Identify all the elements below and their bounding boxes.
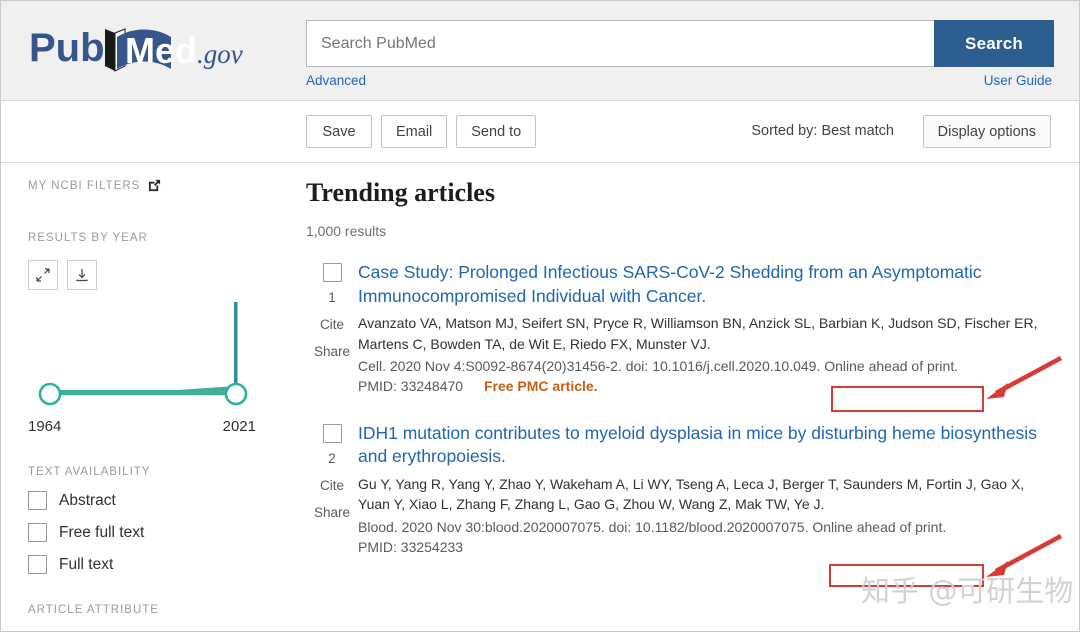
page-body: MY NCBI FILTERS RESULTS BY YEAR 1964 202…: [1, 163, 1079, 631]
filter-label: Free full text: [59, 523, 145, 541]
article-pmid: PMID: 33254233: [358, 538, 464, 555]
display-options-button[interactable]: Display options: [922, 115, 1051, 148]
free-pmc-article-badge[interactable]: Free PMC article.: [484, 378, 598, 394]
citation-text: Blood. 2020 Nov 30:blood.2020007075. doi…: [358, 518, 809, 535]
filter-abstract[interactable]: Abstract: [28, 491, 291, 510]
text-availability-label: TEXT AVAILABILITY: [28, 466, 151, 478]
filter-free-full-text[interactable]: Free full text: [28, 523, 291, 542]
article-authors: Avanzato VA, Matson MJ, Seifert SN, Pryc…: [358, 315, 1038, 352]
article-title-link[interactable]: IDH1 mutation contributes to myeloid dys…: [358, 422, 1059, 469]
user-guide-link[interactable]: User Guide: [984, 73, 1052, 88]
checkbox-icon[interactable]: [28, 555, 47, 574]
my-ncbi-filters-label: MY NCBI FILTERS: [28, 179, 141, 192]
share-button[interactable]: Share: [314, 344, 350, 359]
result-count: 1,000 results: [306, 223, 387, 239]
site-header: Pub Med .gov Search Advanced User Guide: [1, 1, 1079, 101]
email-button[interactable]: Email: [381, 115, 448, 148]
table-row: 2 Cite Share IDH1 mutation contributes t…: [306, 422, 1079, 555]
article-controls: 1 Cite Share: [306, 261, 358, 394]
save-button[interactable]: Save: [306, 115, 372, 148]
download-icon[interactable]: [67, 260, 97, 290]
year-max-label: 2021: [222, 418, 256, 435]
share-button[interactable]: Share: [314, 505, 350, 520]
article-attribute-label: ARTICLE ATTRIBUTE: [28, 604, 159, 616]
article-pmid-row: PMID: 33248470 Free PMC article.: [358, 378, 1059, 394]
svg-text:Pub: Pub: [29, 26, 105, 70]
advanced-search-link[interactable]: Advanced: [306, 73, 366, 88]
external-link-icon[interactable]: [148, 179, 161, 192]
year-range-labels: 1964 2021: [28, 418, 266, 438]
expand-icon[interactable]: [28, 260, 58, 290]
results-list-panel: Trending articles 1,000 results 1 Cite S…: [291, 163, 1079, 631]
article-authors: Gu Y, Yang R, Yang Y, Zhao Y, Wakeham A,…: [358, 476, 1025, 513]
cite-button[interactable]: Cite: [320, 478, 344, 493]
year-chart-tools: [28, 260, 291, 290]
results-by-year-label: RESULTS BY YEAR: [28, 232, 148, 244]
article-checkbox[interactable]: [322, 263, 342, 282]
filter-label: Full text: [59, 555, 114, 573]
sorted-by-label: Sorted by: Best match: [751, 123, 894, 139]
results-by-year-chart[interactable]: [28, 294, 266, 416]
send-to-button[interactable]: Send to: [456, 115, 537, 148]
cite-button[interactable]: Cite: [320, 317, 344, 332]
results-action-bar: Save Email Send to Sorted by: Best match…: [1, 101, 1079, 163]
search-bar: Search: [306, 20, 1054, 67]
checkbox-icon[interactable]: [28, 491, 47, 510]
search-input[interactable]: [306, 20, 934, 67]
action-button-group: Save Email Send to: [306, 115, 537, 148]
results-by-year-heading: RESULTS BY YEAR: [28, 232, 291, 244]
text-availability-heading: TEXT AVAILABILITY: [28, 466, 291, 478]
table-row: 1 Cite Share Case Study: Prolonged Infec…: [306, 261, 1079, 394]
svg-text:.gov: .gov: [197, 39, 243, 69]
page-title: Trending articles: [306, 178, 495, 207]
year-min-label: 1964: [28, 418, 62, 435]
search-button[interactable]: Search: [934, 20, 1054, 67]
filter-label: Abstract: [59, 491, 116, 509]
article-checkbox[interactable]: [322, 423, 342, 443]
filters-sidebar: MY NCBI FILTERS RESULTS BY YEAR 1964 202…: [1, 163, 291, 631]
article-pmid: PMID: 33248470: [358, 377, 464, 394]
svg-text:Med: Med: [125, 30, 197, 71]
article-content: Case Study: Prolonged Infectious SARS-Co…: [358, 261, 1079, 394]
filter-full-text[interactable]: Full text: [28, 555, 291, 574]
article-pmid-row: PMID: 33254233: [358, 539, 1059, 555]
article-citation: Blood. 2020 Nov 30:blood.2020007075. doi…: [358, 519, 1059, 535]
citation-text: Cell. 2020 Nov 4:S0092-8674(20)31456-2. …: [358, 357, 821, 374]
checkbox-icon[interactable]: [28, 523, 47, 542]
article-citation: Cell. 2020 Nov 4:S0092-8674(20)31456-2. …: [358, 358, 1059, 374]
online-ahead-of-print-text: Online ahead of print.: [812, 518, 947, 535]
online-ahead-of-print-text: Online ahead of print.: [824, 357, 959, 374]
article-number: 1: [328, 290, 336, 305]
article-title-link[interactable]: Case Study: Prolonged Infectious SARS-Co…: [358, 261, 1059, 308]
my-ncbi-filters-heading: MY NCBI FILTERS: [28, 179, 291, 192]
pubmed-logo[interactable]: Pub Med .gov: [29, 21, 279, 77]
article-content: IDH1 mutation contributes to myeloid dys…: [358, 422, 1079, 555]
article-number: 2: [328, 450, 336, 466]
pubmed-search-results-page: Pub Med .gov Search Advanced User Guide …: [0, 0, 1080, 632]
article-controls: 2 Cite Share: [306, 422, 358, 555]
article-attribute-heading: ARTICLE ATTRIBUTE: [28, 604, 291, 616]
